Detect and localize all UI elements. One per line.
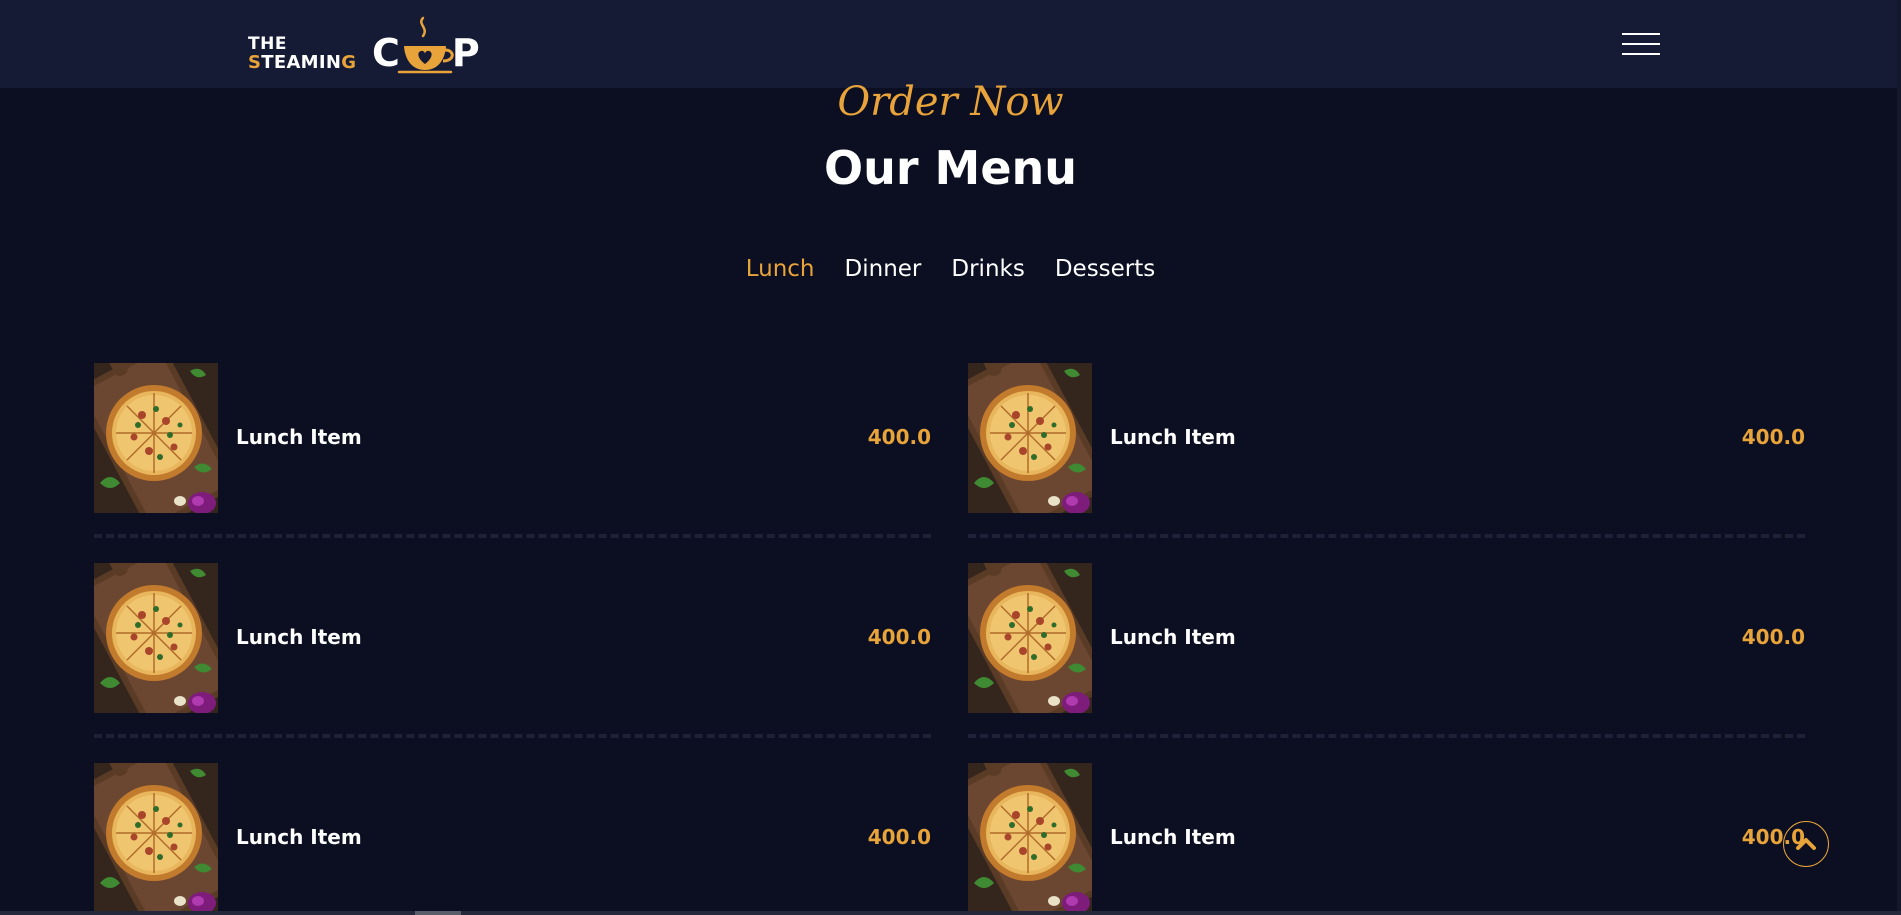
pizza-image bbox=[968, 563, 1092, 713]
pizza-image bbox=[94, 763, 218, 913]
horizontal-scrollbar[interactable] bbox=[0, 911, 1901, 915]
menu-item[interactable]: Lunch Item 400.0 bbox=[968, 363, 1805, 513]
section-title: Our Menu bbox=[823, 141, 1078, 195]
pizza-image bbox=[94, 763, 218, 913]
pizza-image bbox=[968, 363, 1092, 513]
pizza-image bbox=[94, 563, 218, 713]
menu-item-price: 400.0 bbox=[1741, 425, 1805, 449]
menu-item-name: Lunch Item bbox=[236, 825, 362, 849]
menu-item-name: Lunch Item bbox=[236, 425, 362, 449]
menu-item[interactable]: Lunch Item 400.0 bbox=[94, 363, 931, 513]
pizza-image bbox=[968, 363, 1092, 513]
pizza-image bbox=[968, 763, 1092, 913]
vertical-scrollbar[interactable] bbox=[1897, 0, 1901, 915]
logo-text-the: THE bbox=[248, 34, 287, 54]
menu-item-price: 400.0 bbox=[867, 625, 931, 649]
menu-item-name: Lunch Item bbox=[1110, 425, 1236, 449]
chevron-up-icon bbox=[1796, 838, 1816, 850]
tab-lunch[interactable]: Lunch bbox=[746, 256, 815, 284]
menu-item-name: Lunch Item bbox=[1110, 625, 1236, 649]
pizza-image bbox=[968, 563, 1092, 713]
tab-desserts[interactable]: Desserts bbox=[1055, 256, 1155, 284]
brand-logo[interactable]: THE STEAMING CP bbox=[248, 14, 484, 78]
horizontal-scrollbar-thumb[interactable] bbox=[415, 911, 461, 915]
tab-dinner[interactable]: Dinner bbox=[845, 256, 922, 284]
coffee-cup-icon bbox=[397, 16, 454, 74]
menu-item-price: 400.0 bbox=[1741, 625, 1805, 649]
menu-item[interactable]: Lunch Item 400.0 bbox=[968, 563, 1805, 713]
logo-text-steaming: STEAMING bbox=[248, 52, 357, 73]
menu-item[interactable]: Lunch Item 400.0 bbox=[94, 763, 931, 913]
section-subtitle: Order Now bbox=[837, 79, 1064, 125]
pizza-image bbox=[968, 763, 1092, 913]
pizza-image bbox=[94, 563, 218, 713]
menu-item[interactable]: Lunch Item 400.0 bbox=[94, 563, 931, 713]
menu-item-price: 400.0 bbox=[867, 825, 931, 849]
hamburger-menu-icon[interactable] bbox=[1622, 33, 1660, 55]
menu-divider bbox=[94, 534, 931, 538]
pizza-image bbox=[94, 363, 218, 513]
pizza-image bbox=[94, 363, 218, 513]
menu-item-price: 400.0 bbox=[867, 425, 931, 449]
navbar: THE STEAMING CP bbox=[0, 0, 1901, 88]
tab-drinks[interactable]: Drinks bbox=[951, 256, 1024, 284]
menu-divider bbox=[94, 734, 931, 738]
menu-item-name: Lunch Item bbox=[1110, 825, 1236, 849]
scroll-to-top-button[interactable] bbox=[1783, 821, 1829, 867]
menu-divider bbox=[968, 534, 1805, 538]
menu-item[interactable]: Lunch Item 400.0 bbox=[968, 763, 1805, 913]
menu-divider bbox=[968, 734, 1805, 738]
menu-category-tabs: Lunch Dinner Drinks Desserts bbox=[0, 256, 1901, 284]
menu-item-name: Lunch Item bbox=[236, 625, 362, 649]
